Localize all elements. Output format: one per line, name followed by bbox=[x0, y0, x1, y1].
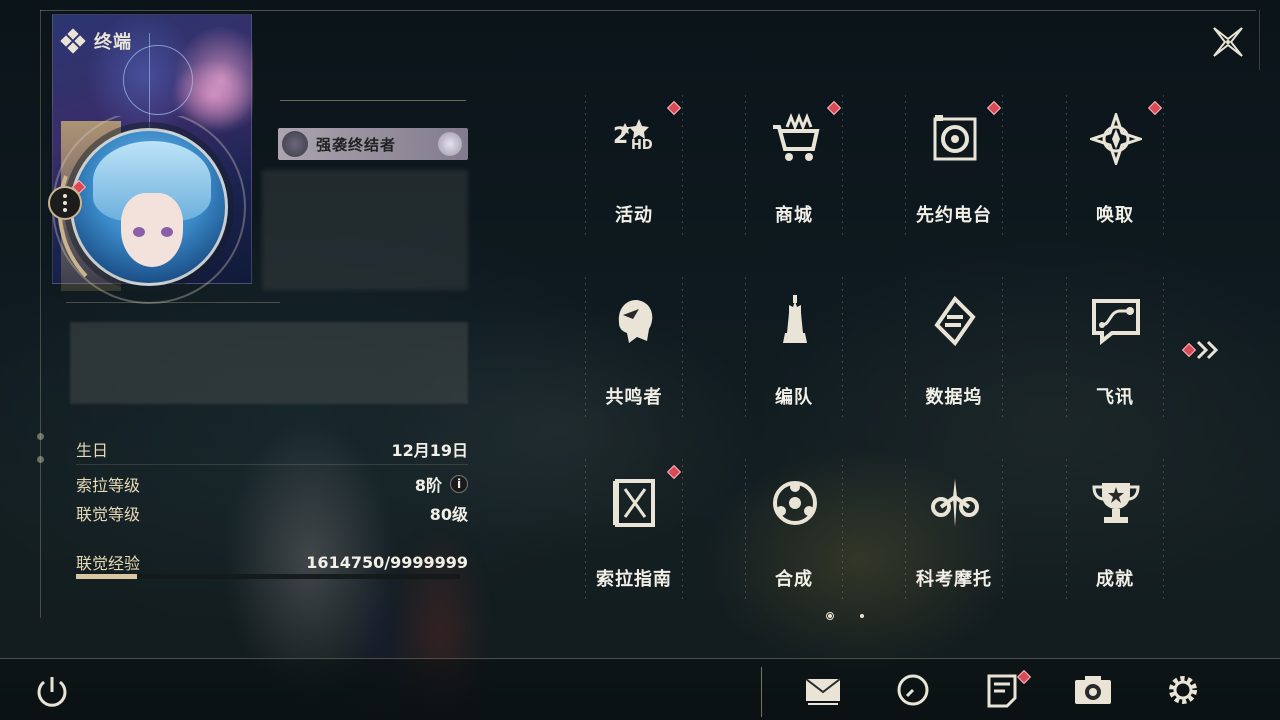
camera-button[interactable] bbox=[1073, 672, 1113, 708]
clock-icon bbox=[897, 674, 929, 706]
player-title-tag[interactable]: 强袭终结者 bbox=[278, 128, 468, 160]
menu-item-message-chat[interactable]: 飞讯 bbox=[1066, 277, 1164, 417]
menu-item-radio[interactable]: 先约电台 bbox=[905, 95, 1003, 235]
motorcycle-icon bbox=[929, 477, 981, 529]
menu-item-label: 商城 bbox=[775, 205, 813, 226]
frame-left-line bbox=[40, 10, 41, 618]
avatar-eye bbox=[133, 227, 145, 237]
toolbar-divider bbox=[761, 667, 762, 717]
menu-item-label: 唤取 bbox=[1096, 205, 1134, 226]
info-icon[interactable]: i bbox=[450, 475, 468, 493]
stat-union-exp: 联觉经验 1614750/9999999 bbox=[76, 552, 468, 574]
close-icon bbox=[1213, 27, 1243, 57]
menu-item-label: 科考摩托 bbox=[916, 569, 992, 590]
menu-item-shop-cart[interactable]: 商城 bbox=[745, 95, 843, 235]
menu-item-data-bank[interactable]: 数据坞 bbox=[905, 277, 1003, 417]
page-dot-2[interactable] bbox=[860, 614, 864, 618]
convene-star-icon bbox=[1087, 110, 1145, 168]
team-chess-icon bbox=[769, 295, 821, 347]
union-exp-progress-fill bbox=[76, 574, 138, 579]
close-button[interactable] bbox=[1208, 22, 1248, 62]
page-title: 终端 bbox=[94, 32, 132, 53]
menu-item-label: 编队 bbox=[775, 387, 813, 408]
menu-item-trophy[interactable]: 成就 bbox=[1066, 459, 1164, 599]
resonator-head-icon bbox=[609, 295, 661, 347]
mail-button[interactable] bbox=[803, 672, 843, 708]
trophy-icon bbox=[1090, 477, 1142, 529]
menu-item-label: 数据坞 bbox=[925, 387, 983, 408]
menu-item-resonator-head[interactable]: 共鸣者 bbox=[585, 277, 683, 417]
stat-union-level: 联觉等级 80级 bbox=[76, 505, 468, 524]
avatar-face bbox=[121, 193, 183, 267]
more-options-button[interactable] bbox=[48, 186, 82, 220]
terminal-icon bbox=[60, 28, 86, 54]
page-indicator bbox=[826, 612, 864, 620]
menu-item-label: 飞讯 bbox=[1096, 387, 1134, 408]
menu-item-events-2nd[interactable]: 2 HD 活动 bbox=[585, 95, 683, 235]
guide-book-icon bbox=[609, 477, 661, 529]
menu-item-label: 索拉指南 bbox=[596, 569, 672, 590]
frame-top-line bbox=[40, 10, 1256, 11]
frame-dot bbox=[37, 433, 44, 440]
shop-cart-icon bbox=[769, 112, 821, 165]
time-button[interactable] bbox=[893, 672, 933, 708]
menu-item-convene-star[interactable]: 唤取 bbox=[1066, 95, 1164, 235]
title-divider bbox=[280, 100, 466, 101]
radio-icon bbox=[929, 113, 981, 165]
menu-item-team-chess[interactable]: 编队 bbox=[745, 277, 843, 417]
notification-badge bbox=[986, 100, 1002, 116]
profile-divider bbox=[66, 302, 280, 303]
notification-badge bbox=[666, 100, 682, 116]
avatar-eye bbox=[161, 227, 173, 237]
gear-icon bbox=[1169, 676, 1197, 704]
player-title-text: 强袭终结者 bbox=[316, 135, 397, 154]
menu-item-label: 成就 bbox=[1096, 569, 1134, 590]
power-icon bbox=[37, 677, 67, 707]
notice-button[interactable] bbox=[983, 669, 1032, 708]
avatar[interactable] bbox=[70, 128, 228, 286]
menu-item-label: 先约电台 bbox=[916, 205, 992, 226]
title-emblem-icon bbox=[438, 132, 462, 156]
notification-badge bbox=[666, 464, 682, 480]
menu-item-label: 活动 bbox=[615, 205, 653, 226]
notification-badge bbox=[826, 100, 842, 116]
union-exp-progress-bar bbox=[76, 574, 460, 579]
notification-badge bbox=[1147, 100, 1163, 116]
synthesis-icon bbox=[769, 477, 821, 529]
stat-birthday: 生日 12月19日 bbox=[76, 441, 468, 460]
menu-item-label: 共鸣者 bbox=[605, 387, 663, 408]
page-dot-1[interactable] bbox=[826, 612, 834, 620]
menu-item-guide-book[interactable]: 索拉指南 bbox=[585, 459, 683, 599]
settings-button[interactable] bbox=[1163, 672, 1203, 708]
svg-text:HD: HD bbox=[631, 138, 653, 153]
hidden-signature-area bbox=[70, 322, 468, 404]
sola-level-value: 8阶 bbox=[414, 476, 442, 495]
message-chat-icon bbox=[1090, 295, 1142, 347]
power-button[interactable] bbox=[32, 672, 72, 708]
mail-icon bbox=[805, 678, 841, 705]
stat-divider bbox=[76, 464, 468, 465]
dragon-emblem-icon bbox=[282, 131, 308, 157]
menu-item-label: 合成 bbox=[775, 569, 813, 590]
terminal-header: 终端 bbox=[60, 28, 132, 54]
frame-right-line bbox=[1259, 10, 1260, 70]
frame-dot bbox=[37, 456, 44, 463]
stat-sola-level: 索拉等级 8阶 i bbox=[76, 472, 468, 496]
next-page-button[interactable] bbox=[1180, 338, 1224, 362]
camera-icon bbox=[1075, 676, 1111, 704]
data-bank-icon bbox=[929, 295, 981, 347]
menu-item-synthesis[interactable]: 合成 bbox=[745, 459, 843, 599]
events-2nd-icon: 2 HD bbox=[609, 113, 661, 165]
hidden-name-area bbox=[262, 170, 468, 290]
menu-item-motorcycle[interactable]: 科考摩托 bbox=[905, 459, 1003, 599]
